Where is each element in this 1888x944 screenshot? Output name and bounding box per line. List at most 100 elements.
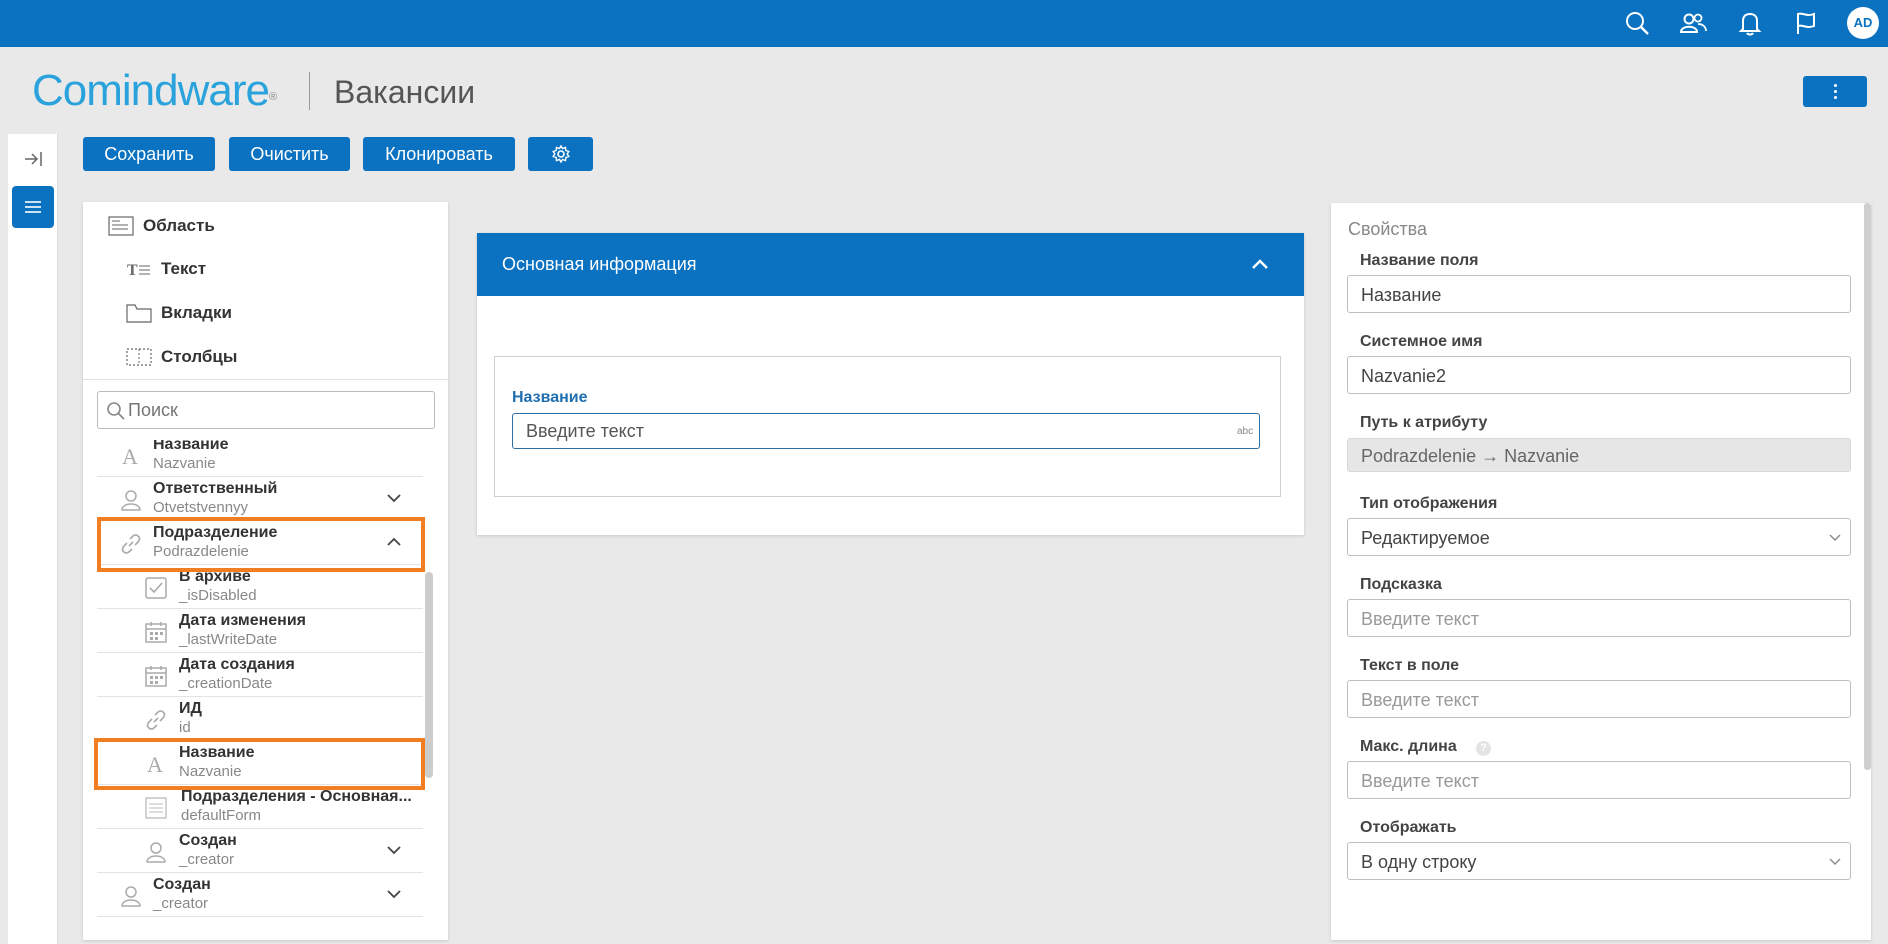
form-canvas: Основная информация Название Введите тек… xyxy=(477,233,1304,535)
form-field[interactable]: Название Введите текст abc xyxy=(494,356,1281,497)
prop-placeholder: Введите текст xyxy=(1361,771,1479,791)
page-title: Вакансии xyxy=(334,74,476,110)
list-item[interactable]: Создан _creator xyxy=(97,873,423,917)
attribute-name: Дата изменения xyxy=(179,612,306,629)
display-type-select[interactable]: Редактируемое xyxy=(1347,518,1851,556)
logo-divider xyxy=(309,72,310,110)
toolbox-item-label: Область xyxy=(143,216,215,235)
list-scrollbar[interactable] xyxy=(425,572,433,778)
chevron-down-icon[interactable] xyxy=(385,887,403,901)
field-placeholder: Введите текст xyxy=(526,421,644,441)
link-icon xyxy=(144,708,168,732)
properties-panel: Свойства Название поля Название Системно… xyxy=(1331,203,1871,940)
prop-value: Nazvanie2 xyxy=(1361,366,1447,386)
help-icon[interactable]: ? xyxy=(1476,741,1491,756)
divider xyxy=(83,379,448,380)
user-icon xyxy=(144,840,168,864)
list-item[interactable]: Подразделения - Основная... defaultForm xyxy=(97,785,423,829)
prop-value: В одну строку xyxy=(1361,852,1477,872)
search-field[interactable] xyxy=(97,391,435,429)
collapse-right-icon xyxy=(25,152,42,166)
form-icon xyxy=(144,796,168,820)
attribute-system-name: _lastWriteDate xyxy=(179,631,278,648)
name-field[interactable]: Введите текст abc xyxy=(512,413,1260,449)
attribute-name: Ответственный xyxy=(153,480,278,497)
settings-button[interactable] xyxy=(528,137,593,171)
properties-scrollbar[interactable] xyxy=(1864,203,1871,770)
attribute-system-name: _creationDate xyxy=(179,675,273,692)
tabs-icon xyxy=(126,304,152,323)
field-type-badge: abc xyxy=(1237,426,1254,437)
max-length-input[interactable]: Введите текст xyxy=(1347,761,1851,799)
chevron-down-icon[interactable] xyxy=(385,491,403,505)
search-icon xyxy=(107,402,125,420)
clone-button[interactable]: Клонировать xyxy=(363,137,515,171)
attribute-name: Название xyxy=(153,440,229,453)
columns-icon xyxy=(126,348,152,366)
more-menu-button[interactable] xyxy=(1803,76,1867,107)
toolbox-toggle-button[interactable] xyxy=(12,186,54,228)
prop-placeholder: Введите текст xyxy=(1361,609,1479,629)
svg-text:T: T xyxy=(127,262,138,279)
toolbox-item-label: Текст xyxy=(161,259,207,278)
prop-label: Текст в поле xyxy=(1360,657,1460,674)
list-item[interactable]: Дата изменения _lastWriteDate xyxy=(97,609,423,653)
save-button[interactable]: Сохранить xyxy=(83,137,215,171)
field-label: Название xyxy=(512,389,588,406)
bell-icon[interactable] xyxy=(1736,9,1764,37)
avatar[interactable]: AD xyxy=(1847,7,1879,39)
list-icon xyxy=(25,201,41,213)
attribute-system-name: _creator xyxy=(153,895,209,912)
list-item[interactable]: A Название Nazvanie xyxy=(97,440,423,477)
prop-placeholder: Введите текст xyxy=(1361,690,1479,710)
chevron-up-icon[interactable] xyxy=(1251,257,1269,271)
hint-input[interactable]: Введите текст xyxy=(1347,599,1851,637)
display-mode-select[interactable]: В одну строку xyxy=(1347,842,1851,880)
attribute-system-name: id xyxy=(179,719,191,736)
attribute-name: Дата создания xyxy=(179,656,295,673)
left-rail xyxy=(8,134,58,944)
list-item[interactable]: Дата создания _creationDate xyxy=(97,653,423,697)
chevron-down-icon[interactable] xyxy=(385,843,403,857)
users-icon[interactable] xyxy=(1679,9,1707,37)
calendar-icon xyxy=(144,620,168,644)
attribute-name: Подразделения - Основная... xyxy=(181,788,412,805)
search-icon[interactable] xyxy=(1623,9,1651,37)
list-item[interactable]: Ответственный Otvetstvennyy xyxy=(97,477,423,521)
field-name-input[interactable]: Название xyxy=(1347,275,1851,313)
prop-label: Отображать xyxy=(1360,819,1457,836)
attribute-list: A Название Nazvanie Ответственный Otvets… xyxy=(97,440,423,920)
toolbox-item-label: Вкладки xyxy=(161,303,232,322)
prop-label: Тип отображения xyxy=(1360,495,1498,512)
clear-button[interactable]: Очистить xyxy=(229,137,350,171)
prop-label: Системное имя xyxy=(1360,333,1483,350)
attribute-name: Создан xyxy=(179,832,237,849)
prop-value: Редактируемое xyxy=(1361,528,1490,548)
text-type-icon: A xyxy=(119,444,143,469)
highlight-box xyxy=(94,738,425,790)
section-title: Основная информация xyxy=(502,254,697,274)
logo: Comindware® xyxy=(32,66,277,115)
prop-label: Название поля xyxy=(1360,252,1479,269)
attribute-system-name: _isDisabled xyxy=(179,587,257,604)
section-header[interactable]: Основная информация xyxy=(477,233,1304,296)
collapse-panel-button[interactable] xyxy=(12,138,54,180)
prop-value: Название xyxy=(1361,285,1442,305)
search-input[interactable] xyxy=(128,396,428,424)
svg-text:A: A xyxy=(122,444,138,468)
area-icon xyxy=(108,216,134,236)
prop-value: Podrazdelenie → Nazvanie xyxy=(1361,446,1580,466)
user-icon xyxy=(119,884,143,908)
attribute-path-field: Podrazdelenie → Nazvanie xyxy=(1347,438,1851,472)
placeholder-text-input[interactable]: Введите текст xyxy=(1347,680,1851,718)
system-name-input[interactable]: Nazvanie2 xyxy=(1347,356,1851,394)
chevron-down-icon xyxy=(1829,534,1841,541)
list-item[interactable]: Создан _creator xyxy=(97,829,423,873)
chevron-down-icon xyxy=(1829,858,1841,865)
text-icon: T xyxy=(127,262,150,279)
flag-icon[interactable] xyxy=(1792,9,1820,37)
list-item[interactable]: ИД id xyxy=(97,697,423,741)
prop-label: Путь к атрибуту xyxy=(1360,414,1488,431)
user-icon xyxy=(119,488,143,512)
attribute-system-name: defaultForm xyxy=(181,807,262,824)
